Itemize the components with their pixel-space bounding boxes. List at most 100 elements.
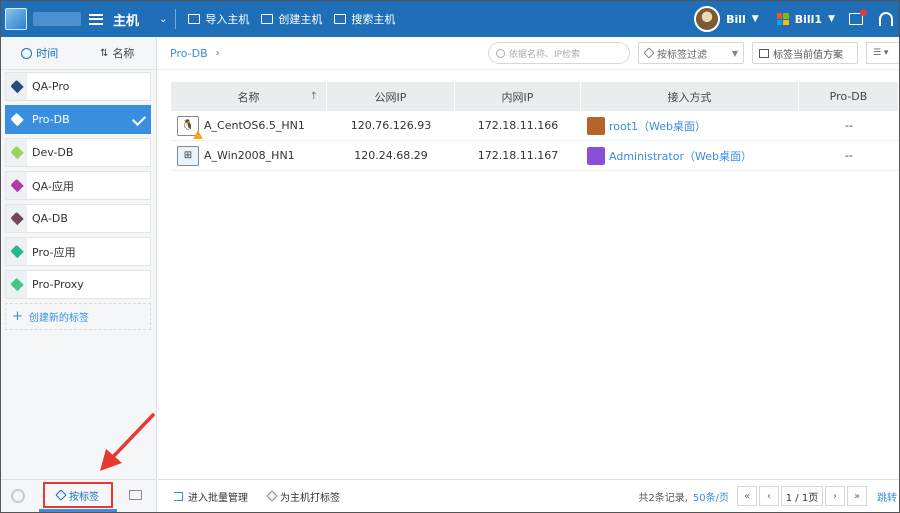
top-right-area: Bill ▼ Bill1 ▼ [694, 1, 899, 37]
tag-item[interactable]: QA-应用 [5, 171, 151, 200]
tag-color-icon [6, 73, 27, 100]
search-icon [496, 48, 505, 58]
column-header-private-ip[interactable]: 内网IP [455, 82, 581, 111]
tag-host-button[interactable]: 为主机打标签 [266, 489, 340, 504]
page-title: 主机 [113, 13, 140, 29]
page-info: 1 / 1页 [781, 486, 823, 506]
tag-color-icon [6, 238, 27, 265]
user-name[interactable]: Bill [726, 13, 746, 26]
app-logo[interactable] [5, 8, 27, 30]
sort-az-icon: ⇅ [100, 47, 109, 59]
create-host-button[interactable]: 创建主机 [261, 11, 322, 27]
column-header-public-ip[interactable]: 公网IP [327, 82, 455, 111]
table-row[interactable]: ⊞ A_Win2008_HN1 120.24.68.29 172.18.11.167 A… [171, 141, 899, 171]
chevron-down-icon: ▼ [731, 48, 738, 58]
table-header: 名称 ↑ 公网IP 内网IP 接入方式 Pro-DB [171, 82, 899, 111]
search-input[interactable]: 依据名称、IP检索 [488, 42, 630, 64]
list-icon: ☰ ▾ [873, 48, 889, 58]
sort-up-icon[interactable]: ↑ [310, 91, 318, 102]
org-name[interactable]: Bill1 [795, 13, 822, 26]
web-desktop-icon [587, 116, 605, 135]
plus-icon: + [12, 309, 23, 324]
host-name[interactable]: A_CentOS6.5_HN1 [204, 119, 305, 132]
tag-icon [9, 244, 24, 259]
host-table: 名称 ↑ 公网IP 内网IP 接入方式 Pro-DB 🐧 A_CentOS6.5_… [171, 82, 899, 171]
table-footer: 进入批量管理 为主机打标签 共2条记录, 50条/页 « ‹ 1 / 1页 › … [158, 479, 899, 512]
page-size-select[interactable]: 50条/页 [693, 489, 729, 504]
public-ip-cell: 120.76.126.93 [350, 119, 432, 132]
table-row[interactable]: 🐧 A_CentOS6.5_HN1 120.76.126.93 172.18.11.1… [171, 111, 899, 141]
tag-icon [643, 47, 655, 59]
breadcrumb[interactable]: Pro-DB [170, 47, 208, 60]
view-scheme-select[interactable]: 标签当前值方案 [752, 42, 858, 64]
column-header-tag[interactable]: Pro-DB [799, 82, 899, 111]
recent-icon[interactable] [11, 489, 25, 503]
tag-icon [9, 178, 24, 193]
tag-icon [9, 79, 24, 94]
tag-item[interactable]: QA-Pro [5, 72, 151, 101]
access-link[interactable]: root1（Web桌面） [587, 116, 706, 135]
tag-item[interactable]: Pro-DB [5, 105, 151, 134]
linux-icon: 🐧 [177, 115, 203, 139]
tag-color-icon [6, 271, 27, 298]
org-icon [776, 13, 789, 25]
tag-color-icon [6, 205, 27, 232]
search-host-button[interactable]: 搜索主机 [334, 11, 395, 27]
host-name[interactable]: A_Win2008_HN1 [204, 149, 295, 162]
access-cell: Administrator（Web桌面） [581, 141, 799, 171]
list-options-button[interactable]: ☰ ▾ [866, 42, 899, 64]
top-bar: 主机 ⌄ 导入主机 创建主机 搜索主机 Bill ▼ Bill1 ▼ [1, 1, 899, 37]
by-tag-tab[interactable]: 按标签 [43, 482, 113, 508]
last-page-button[interactable]: » [847, 486, 867, 506]
host-name-cell: ⊞ A_Win2008_HN1 [171, 141, 327, 171]
tag-label: QA-Pro [32, 80, 70, 93]
access-cell: root1（Web桌面） [581, 111, 799, 141]
monitor-search-icon [334, 14, 347, 24]
access-link[interactable]: Administrator（Web桌面） [587, 146, 752, 165]
tag-icon [9, 211, 24, 226]
enter-icon [174, 491, 183, 501]
private-ip-cell: 172.18.11.167 [477, 149, 559, 162]
tag-label: Pro-Proxy [32, 278, 84, 291]
warning-icon [193, 129, 203, 139]
tag-item[interactable]: Pro-Proxy [5, 270, 151, 299]
annotation-arrow-icon [100, 413, 155, 471]
tag-label: Dev-DB [32, 146, 74, 159]
message-icon[interactable] [849, 9, 867, 25]
tag-icon [266, 490, 278, 502]
tag-item[interactable]: QA-DB [5, 204, 151, 233]
tag-value-cell: -- [845, 149, 853, 162]
column-header-name[interactable]: 名称 ↑ [171, 82, 327, 111]
table-body: 🐧 A_CentOS6.5_HN1 120.76.126.93 172.18.11.1… [171, 111, 899, 171]
record-count: 共2条记录, [638, 492, 688, 504]
tag-item[interactable]: Pro-应用 [5, 237, 151, 266]
tag-item[interactable]: Dev-DB [5, 138, 151, 167]
avatar[interactable] [694, 6, 721, 32]
column-header-access[interactable]: 接入方式 [581, 82, 799, 111]
next-page-button[interactable]: › [825, 486, 845, 506]
tag-label: Pro-DB [32, 113, 70, 126]
batch-manage-button[interactable]: 进入批量管理 [174, 489, 248, 504]
org-dropdown-icon[interactable]: ▼ [828, 14, 835, 24]
tag-icon [9, 145, 24, 160]
tag-color-icon [6, 139, 27, 166]
clock-icon [21, 47, 33, 59]
product-name-redacted [33, 12, 81, 26]
jump-button[interactable]: 跳转 [877, 489, 897, 504]
monitor-icon [188, 14, 201, 24]
create-tag-button[interactable]: + 创建新的标签 [5, 303, 151, 330]
sort-by-name-tab[interactable]: ⇅ 名称 [79, 45, 157, 61]
import-host-button[interactable]: 导入主机 [188, 11, 249, 27]
chevron-down-icon[interactable]: ⌄ [159, 14, 167, 25]
first-page-button[interactable]: « [737, 486, 757, 506]
user-dropdown-icon[interactable]: ▼ [752, 14, 759, 24]
sort-by-time-tab[interactable]: 时间 [1, 45, 79, 61]
public-ip-cell: 120.24.68.29 [354, 149, 428, 162]
prev-page-button[interactable]: ‹ [759, 486, 779, 506]
host-name-cell: 🐧 A_CentOS6.5_HN1 [171, 111, 327, 141]
menu-icon[interactable] [89, 13, 103, 25]
folder-icon[interactable] [129, 490, 142, 500]
support-icon[interactable] [879, 12, 893, 26]
tag-filter-select[interactable]: 按标签过滤 ▼ [638, 42, 744, 64]
windows-icon: ⊞ [177, 145, 199, 166]
